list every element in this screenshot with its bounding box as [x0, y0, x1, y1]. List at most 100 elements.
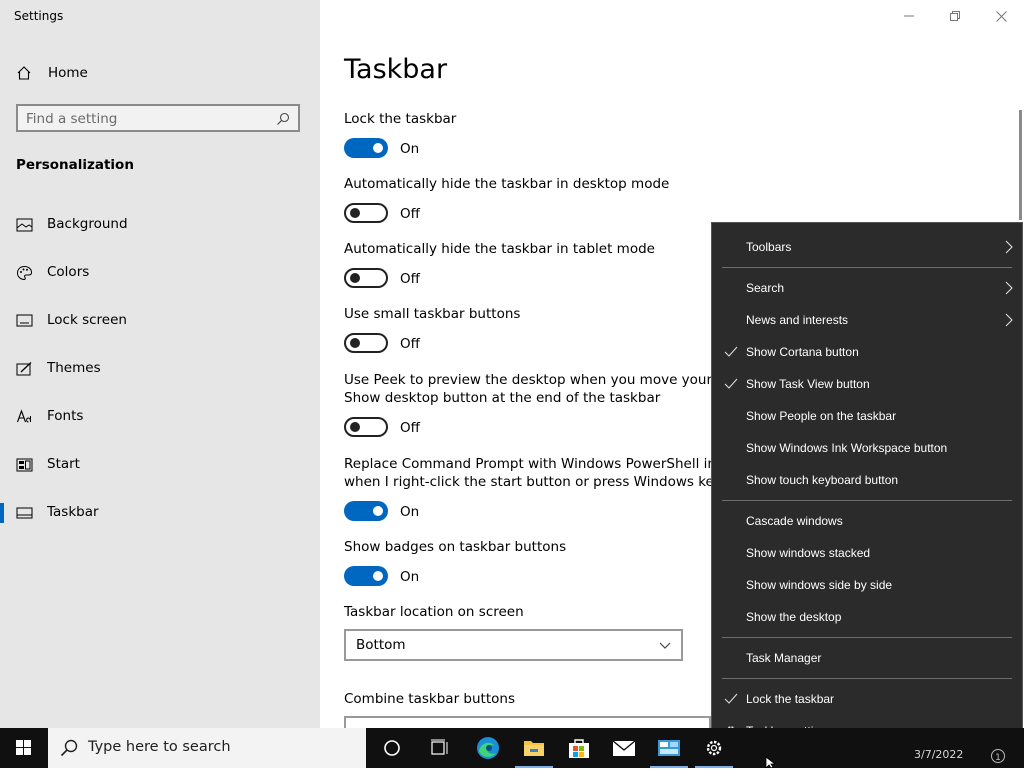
toggle-state-text: Off	[400, 420, 420, 436]
setting-label-powershell-line2: when I right-click the start button or p…	[344, 474, 743, 490]
sidebar-item-start[interactable]: Start	[0, 445, 320, 485]
toggle-state-text: Off	[400, 336, 420, 352]
menu-item-label: Show Cortana button	[746, 345, 859, 359]
toggle-knob	[373, 143, 383, 153]
mouse-cursor-icon	[765, 757, 777, 768]
toggle-state-text: On	[400, 569, 420, 585]
cortana-button[interactable]	[369, 728, 415, 768]
settings-sidebar: Settings Home Personalization Background…	[0, 0, 320, 728]
toggle-state-text: Off	[400, 271, 420, 287]
svg-text:1: 1	[995, 753, 1001, 763]
sidebar-item-label: Colors	[47, 264, 90, 280]
menu-separator	[722, 267, 1012, 268]
sidebar-item-home[interactable]: Home	[0, 58, 320, 88]
setting-label-small-buttons: Use small taskbar buttons	[344, 306, 521, 322]
toggle-state-text: On	[400, 504, 420, 520]
notification-icon[interactable]: 1	[990, 748, 1006, 764]
menu-item-news-interests[interactable]: News and interests	[712, 305, 1022, 335]
toggle-knob	[350, 338, 360, 348]
menu-item-show-people[interactable]: Show People on the taskbar	[712, 401, 1022, 431]
menu-item-show-touch-keyboard[interactable]: Show touch keyboard button	[712, 465, 1022, 495]
themes-icon	[16, 362, 32, 376]
menu-item-label: Show windows stacked	[746, 546, 871, 560]
chevron-right-icon	[1005, 240, 1013, 254]
menu-item-show-task-view[interactable]: Show Task View button	[712, 369, 1022, 399]
taskbar-context-menu: Toolbars Search News and interests Show …	[711, 222, 1023, 752]
powershell-toggle[interactable]	[344, 501, 388, 521]
small-buttons-toggle[interactable]	[344, 333, 388, 353]
search-input[interactable]	[26, 109, 276, 129]
find-setting-search[interactable]	[16, 104, 300, 132]
toggle-knob	[350, 273, 360, 283]
sidebar-item-lock-screen[interactable]: Lock screen	[0, 301, 320, 341]
chevron-right-icon	[1005, 313, 1013, 327]
menu-item-label: Show People on the taskbar	[746, 409, 897, 423]
menu-item-label: Search	[746, 281, 785, 295]
sidebar-item-label: Taskbar	[47, 504, 99, 520]
toggle-state-text: On	[400, 141, 420, 157]
folder-icon	[524, 741, 544, 756]
menu-item-task-manager[interactable]: Task Manager	[712, 643, 1022, 673]
mail-button[interactable]	[601, 728, 647, 768]
settings-taskbar-button[interactable]	[691, 728, 737, 768]
sidebar-item-label: Start	[47, 456, 80, 472]
minimize-button[interactable]	[886, 0, 932, 32]
menu-item-label: Task Manager	[746, 651, 822, 665]
cortana-icon	[384, 740, 400, 756]
sidebar-item-colors[interactable]: Colors	[0, 253, 320, 293]
restore-button[interactable]	[932, 0, 978, 32]
menu-item-label: Show Windows Ink Workspace button	[746, 441, 948, 455]
menu-item-cascade-windows[interactable]: Cascade windows	[712, 506, 1022, 536]
checkmark-icon	[724, 378, 738, 389]
close-button[interactable]	[978, 0, 1024, 32]
toggle-state-text: Off	[400, 206, 420, 222]
badges-toggle[interactable]	[344, 566, 388, 586]
combine-buttons-dropdown[interactable]	[344, 716, 711, 728]
menu-item-label: Show Task View button	[746, 377, 870, 391]
control-panel-button[interactable]	[646, 728, 692, 768]
setting-label-lock-taskbar: Lock the taskbar	[344, 111, 457, 127]
sidebar-item-label: Lock screen	[47, 312, 127, 328]
minimize-icon	[904, 15, 914, 17]
taskbar-location-dropdown[interactable]: Bottom	[344, 629, 683, 661]
checkmark-icon	[724, 693, 738, 704]
image-icon	[16, 218, 33, 232]
autohide-desktop-toggle[interactable]	[344, 203, 388, 223]
setting-label-location: Taskbar location on screen	[344, 604, 524, 620]
taskbar-search-box[interactable]: Type here to search	[48, 728, 366, 768]
file-explorer-button[interactable]	[511, 728, 557, 768]
menu-item-toolbars[interactable]: Toolbars	[712, 232, 1022, 262]
control-panel-icon	[658, 740, 680, 756]
menu-item-lock-taskbar[interactable]: Lock the taskbar	[712, 684, 1022, 714]
menu-item-show-desktop[interactable]: Show the desktop	[712, 602, 1022, 632]
sidebar-item-label: Background	[47, 216, 128, 232]
sidebar-item-fonts[interactable]: Fonts	[0, 397, 320, 437]
store-button[interactable]	[556, 728, 602, 768]
sidebar-item-themes[interactable]: Themes	[0, 349, 320, 389]
content-scrollbar[interactable]	[1019, 110, 1022, 220]
setting-label-peek-line1: Use Peek to preview the desktop when you…	[344, 372, 747, 388]
menu-item-windows-stacked[interactable]: Show windows stacked	[712, 538, 1022, 568]
home-icon	[17, 66, 31, 80]
menu-item-show-ink-workspace[interactable]: Show Windows Ink Workspace button	[712, 433, 1022, 463]
menu-item-search[interactable]: Search	[712, 273, 1022, 303]
lock-taskbar-toggle[interactable]	[344, 138, 388, 158]
start-button[interactable]	[0, 728, 48, 768]
close-icon	[995, 10, 1007, 22]
setting-label-powershell-line1: Replace Command Prompt with Windows Powe…	[344, 456, 743, 472]
autohide-tablet-toggle[interactable]	[344, 268, 388, 288]
sidebar-item-background[interactable]: Background	[0, 205, 320, 245]
setting-label-badges: Show badges on taskbar buttons	[344, 539, 567, 555]
peek-toggle[interactable]	[344, 417, 388, 437]
search-icon[interactable]	[276, 112, 290, 126]
task-view-button[interactable]	[417, 728, 463, 768]
menu-item-label: Cascade windows	[746, 514, 843, 528]
taskbar-date[interactable]: 3/7/2022	[914, 748, 963, 761]
app-title: Settings	[14, 9, 64, 23]
sidebar-item-taskbar[interactable]: Taskbar	[0, 493, 320, 533]
selected-indicator	[0, 503, 4, 523]
menu-item-show-cortana[interactable]: Show Cortana button	[712, 337, 1022, 367]
menu-item-windows-side-by-side[interactable]: Show windows side by side	[712, 570, 1022, 600]
menu-separator	[722, 500, 1012, 501]
edge-button[interactable]	[465, 728, 511, 768]
